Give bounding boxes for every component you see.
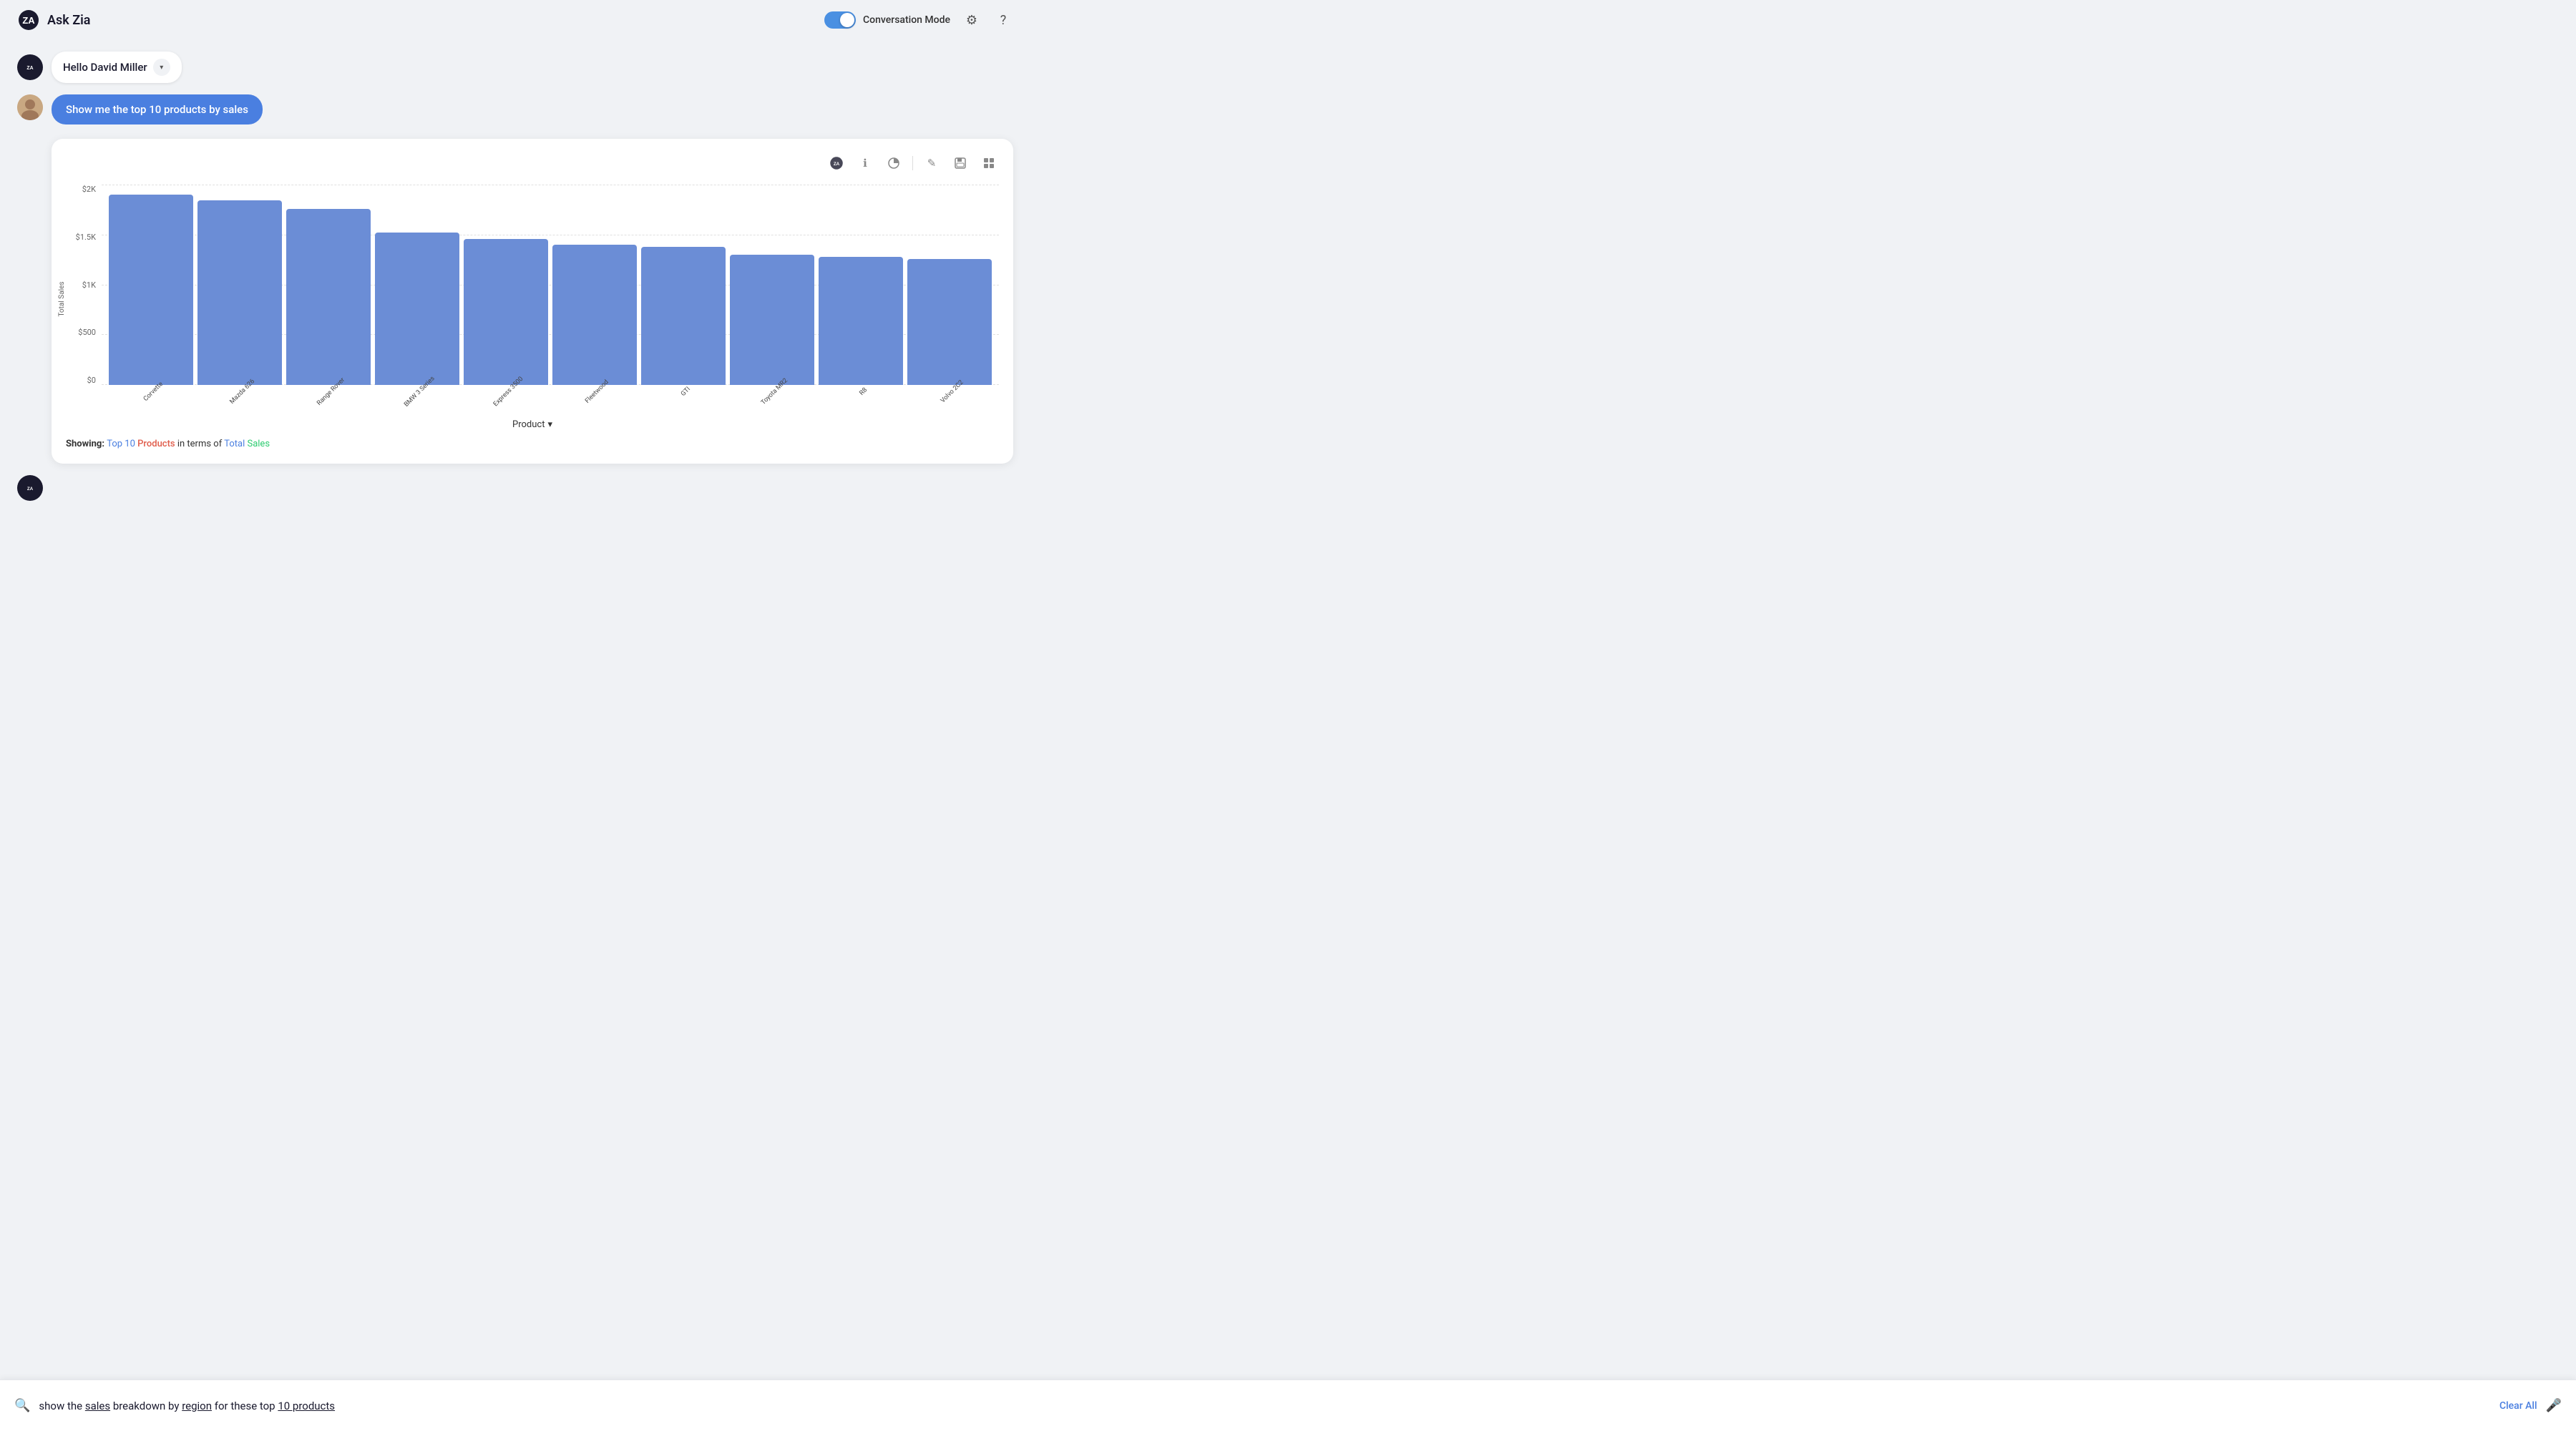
clear-all-button[interactable]: Clear All xyxy=(2499,1400,2537,1412)
conversation-mode-toggle-container[interactable]: Conversation Mode xyxy=(824,11,950,29)
x-axis-title[interactable]: Product ▾ xyxy=(66,419,999,430)
zia-logo-icon: ZA xyxy=(17,9,40,31)
bar-fleetwood[interactable] xyxy=(552,185,637,385)
bar-r8[interactable] xyxy=(819,185,903,385)
x-labels: Corvette Mazda 626 Range Rover BMW 3 Ser… xyxy=(102,385,999,414)
showing-sales: Sales xyxy=(247,439,270,449)
bar-r8-rect[interactable] xyxy=(819,257,903,385)
header-left: ZA Ask Zia xyxy=(17,9,90,31)
mic-icon[interactable]: 🎤 xyxy=(2546,1398,2562,1413)
search-text-region: region xyxy=(182,1400,212,1412)
user-avatar xyxy=(17,94,43,120)
chart-inner: Corvette Mazda 626 Range Rover BMW 3 Ser… xyxy=(102,185,999,414)
svg-text:ZA: ZA xyxy=(26,66,33,71)
bar-express3500[interactable] xyxy=(464,185,548,385)
bar-bmw3series-rect[interactable] xyxy=(375,233,459,385)
zia-bottom-avatar: ZA xyxy=(17,475,43,501)
x-label-toyota-mr2: Toyota MR2 xyxy=(730,385,814,414)
zia-toolbar-icon[interactable]: ZA xyxy=(826,153,847,173)
conversation-mode-toggle[interactable] xyxy=(824,11,856,29)
chart-card: ZA ℹ ✎ xyxy=(52,139,1013,464)
bars-container xyxy=(102,185,999,385)
search-bar: 🔍 show the sales breakdown by region for… xyxy=(0,1379,2576,1431)
bar-gti[interactable] xyxy=(641,185,726,385)
bar-toyota-mr2[interactable] xyxy=(730,185,814,385)
x-axis-dropdown-icon[interactable]: ▾ xyxy=(547,419,552,430)
bar-volvo2c2-rect[interactable] xyxy=(907,259,992,385)
showing-total: Total xyxy=(224,439,245,449)
header-right: Conversation Mode ⚙ ? xyxy=(824,10,1013,30)
bar-range-rover-rect[interactable] xyxy=(286,209,371,385)
bottom-zia-row: ZA xyxy=(17,475,1013,501)
user-message-row: Show me the top 10 products by sales xyxy=(17,94,1013,124)
bar-mazda626[interactable] xyxy=(197,185,282,385)
greeting-row: ZA Hello David Miller ▾ xyxy=(17,52,1013,83)
info-toolbar-icon[interactable]: ℹ xyxy=(855,153,875,173)
x-axis-label: Product xyxy=(512,419,545,430)
x-label-gti: GTI xyxy=(641,385,726,414)
search-icon: 🔍 xyxy=(14,1398,30,1413)
y-tick-1k: $1K xyxy=(82,280,96,290)
y-tick-15k: $1.5K xyxy=(76,233,96,242)
header: ZA Ask Zia Conversation Mode ⚙ ? xyxy=(0,0,1030,40)
bar-corvette-rect[interactable] xyxy=(109,195,193,385)
bar-toyota-mr2-rect[interactable] xyxy=(730,255,814,385)
search-text-show: show the xyxy=(39,1400,84,1412)
conversation-mode-label: Conversation Mode xyxy=(863,14,950,26)
x-label-r8: R8 xyxy=(819,385,903,414)
search-text-sales: sales xyxy=(85,1400,110,1412)
search-text-breakdown: breakdown by xyxy=(113,1400,182,1412)
grid-toolbar-icon[interactable] xyxy=(979,153,999,173)
showing-products: Products xyxy=(137,439,175,449)
user-message-bubble: Show me the top 10 products by sales xyxy=(52,94,263,124)
app-title: Ask Zia xyxy=(47,13,90,28)
x-label-volvo2c2: Volvo 2C2 xyxy=(907,385,992,414)
showing-middle: in terms of xyxy=(177,439,224,449)
bar-mazda626-rect[interactable] xyxy=(197,200,282,385)
bar-fleetwood-rect[interactable] xyxy=(552,245,637,385)
chart-area: Total Sales $2K $1.5K $1K $500 $0 xyxy=(66,185,999,414)
search-text-forthese: for these top xyxy=(215,1400,278,1412)
chart-type-toolbar-icon[interactable] xyxy=(884,153,904,173)
zia-avatar: ZA xyxy=(17,54,43,80)
y-tick-2k: $2K xyxy=(82,185,96,194)
bar-express3500-rect[interactable] xyxy=(464,239,548,385)
svg-text:ZA: ZA xyxy=(22,15,35,26)
bar-corvette[interactable] xyxy=(109,185,193,385)
greeting-dropdown-btn[interactable]: ▾ xyxy=(153,59,170,76)
x-label-bmw3series: BMW 3 Series xyxy=(375,385,459,414)
showing-prefix: Showing: xyxy=(66,439,107,449)
svg-text:ZA: ZA xyxy=(27,487,34,492)
settings-icon[interactable]: ⚙ xyxy=(962,10,982,30)
search-text-10products: 10 products xyxy=(278,1400,335,1412)
x-label-range-rover: Range Rover xyxy=(286,385,371,414)
y-axis: Total Sales $2K $1.5K $1K $500 $0 xyxy=(66,185,102,414)
bar-range-rover[interactable] xyxy=(286,185,371,385)
x-label-express3500: Express 3500 xyxy=(464,385,548,414)
showing-top10: Top 10 xyxy=(107,439,135,449)
user-message-text: Show me the top 10 products by sales xyxy=(66,103,248,116)
help-icon[interactable]: ? xyxy=(993,10,1013,30)
y-tick-500: $500 xyxy=(78,328,96,337)
main-content: ZA Hello David Miller ▾ Show me the top … xyxy=(0,40,1030,521)
greeting-bubble[interactable]: Hello David Miller ▾ xyxy=(52,52,182,83)
x-label-corvette: Corvette xyxy=(109,385,193,414)
x-label-mazda626: Mazda 626 xyxy=(197,385,282,414)
save-toolbar-icon[interactable] xyxy=(950,153,970,173)
search-input-display[interactable]: show the sales breakdown by region for t… xyxy=(39,1400,2491,1412)
edit-toolbar-icon[interactable]: ✎ xyxy=(922,153,942,173)
svg-text:ZA: ZA xyxy=(834,162,840,167)
toolbar-divider xyxy=(912,156,913,170)
x-label-fleetwood: Fleetwood xyxy=(552,385,637,414)
greeting-text: Hello David Miller xyxy=(63,61,147,74)
y-axis-label: Total Sales xyxy=(58,281,66,316)
bar-bmw3series[interactable] xyxy=(375,185,459,385)
chart-toolbar: ZA ℹ ✎ xyxy=(66,153,999,173)
y-tick-0: $0 xyxy=(87,376,96,385)
bar-volvo2c2[interactable] xyxy=(907,185,992,385)
showing-text: Showing: Top 10 Products in terms of Tot… xyxy=(66,439,999,449)
bar-gti-rect[interactable] xyxy=(641,247,726,385)
